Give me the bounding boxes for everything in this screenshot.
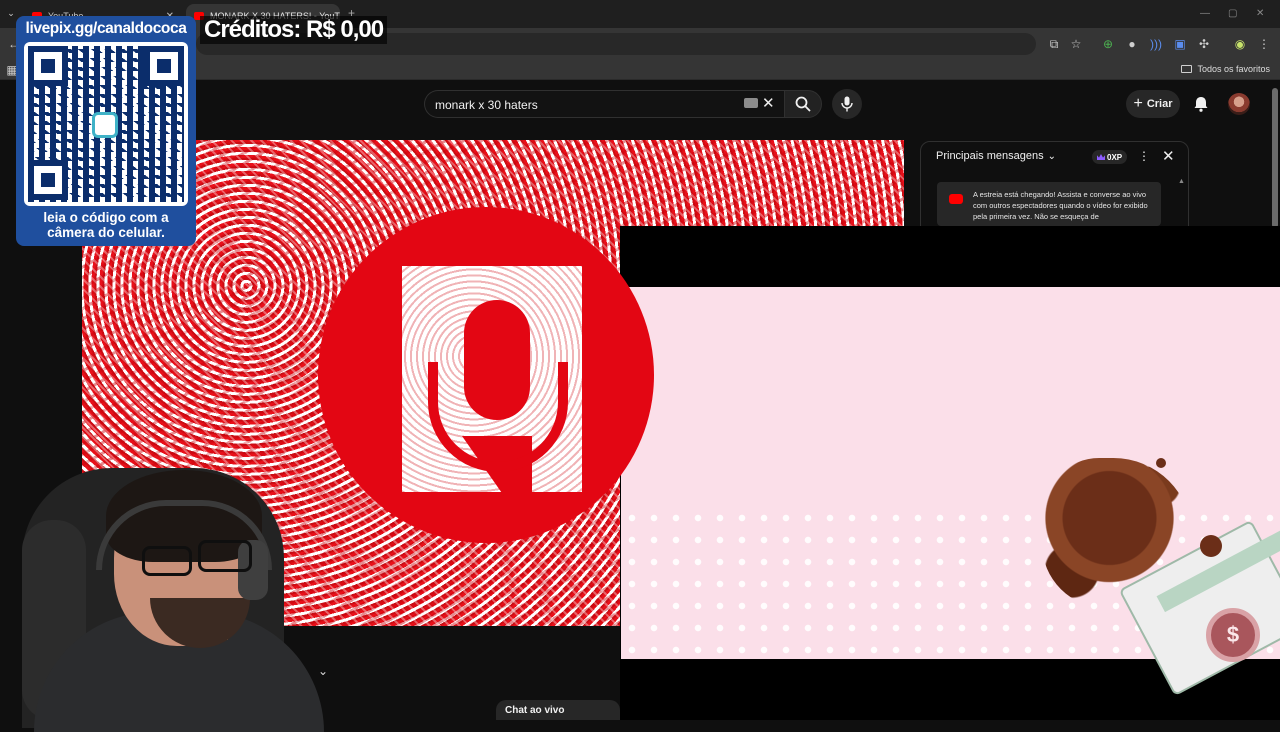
tab-search-icon[interactable]: ⌄: [4, 6, 18, 20]
microphone-icon: [841, 96, 853, 112]
chat-more-options-icon[interactable]: ⋮: [1138, 149, 1150, 163]
chat-mode-label: Principais mensagens: [936, 150, 1044, 162]
coffee-drop: [1156, 458, 1166, 468]
install-app-icon[interactable]: ⧉: [1046, 36, 1062, 52]
voice-search-button[interactable]: [832, 89, 862, 119]
folder-icon: [1181, 65, 1193, 73]
live-chat-button[interactable]: Chat ao vivo: [496, 700, 620, 720]
all-bookmarks-label: Todos os favoritos: [1197, 64, 1270, 74]
page-scrollbar[interactable]: [1272, 88, 1278, 228]
close-window-icon[interactable]: ✕: [1256, 8, 1264, 19]
account-avatar[interactable]: [1228, 93, 1250, 115]
extension-icon[interactable]: ●: [1124, 36, 1140, 52]
keyboard-icon[interactable]: [744, 98, 758, 108]
qr-finder-top-right: [144, 46, 184, 86]
extension-audio-icon[interactable]: ))): [1148, 36, 1164, 52]
chevron-down-icon: ⌄: [1047, 150, 1057, 162]
livepix-logo-icon: [92, 112, 118, 138]
maximize-icon[interactable]: ▢: [1228, 8, 1237, 19]
qr-finder-top-left: [28, 46, 68, 86]
glasses-left-lens: [142, 546, 192, 576]
chat-scroll-up-icon[interactable]: ▲: [1178, 178, 1185, 185]
search-button[interactable]: [784, 90, 822, 118]
search-input[interactable]: monark x 30 haters: [424, 90, 788, 118]
coin-icon: $: [1206, 608, 1260, 662]
glasses-right-lens: [198, 540, 252, 572]
qr-finder-bottom-left: [28, 160, 68, 200]
clear-search-icon[interactable]: ✕: [762, 94, 775, 112]
youtube-logo-icon: [949, 194, 963, 204]
bookmark-star-icon[interactable]: ☆: [1068, 36, 1084, 52]
xp-badge[interactable]: 0XP: [1092, 150, 1128, 164]
qr-caption-line-2: câmera do celular.: [47, 225, 165, 240]
qr-caption: leia o código com a câmera do celular.: [16, 210, 196, 240]
plus-icon: +: [1133, 95, 1143, 112]
browser-menu-icon[interactable]: ⋮: [1256, 36, 1272, 52]
create-button[interactable]: + Criar: [1126, 90, 1180, 118]
qr-caption-line-1: leia o código com a: [43, 210, 169, 225]
profile-icon[interactable]: ◉: [1232, 36, 1248, 52]
crown-icon: [1097, 154, 1105, 160]
search-icon: [795, 96, 811, 112]
expand-chevron-icon[interactable]: ⌄: [318, 664, 328, 678]
chat-close-icon[interactable]: ✕: [1162, 147, 1175, 165]
extension-plus-icon[interactable]: ⊕: [1100, 36, 1116, 52]
chat-mode-dropdown[interactable]: Principais mensagens ⌄: [936, 150, 1056, 162]
premiere-notice-message: A estreia está chegando! Assista e conve…: [937, 182, 1161, 226]
create-label: Criar: [1146, 98, 1173, 110]
xp-badge-label: 0XP: [1107, 152, 1123, 162]
all-bookmarks-button[interactable]: Todos os favoritos: [1181, 64, 1270, 74]
notifications-bell-icon[interactable]: [1192, 95, 1210, 113]
livepix-url: livepix.gg/canaldococa: [25, 20, 187, 37]
minimize-icon[interactable]: —: [1200, 8, 1210, 19]
credits-counter: Créditos: R$ 0,00: [200, 16, 388, 44]
extensions-puzzle-icon[interactable]: ✣: [1196, 36, 1212, 52]
translate-icon[interactable]: ▣: [1172, 36, 1188, 52]
coffee-drop: [1200, 535, 1222, 557]
